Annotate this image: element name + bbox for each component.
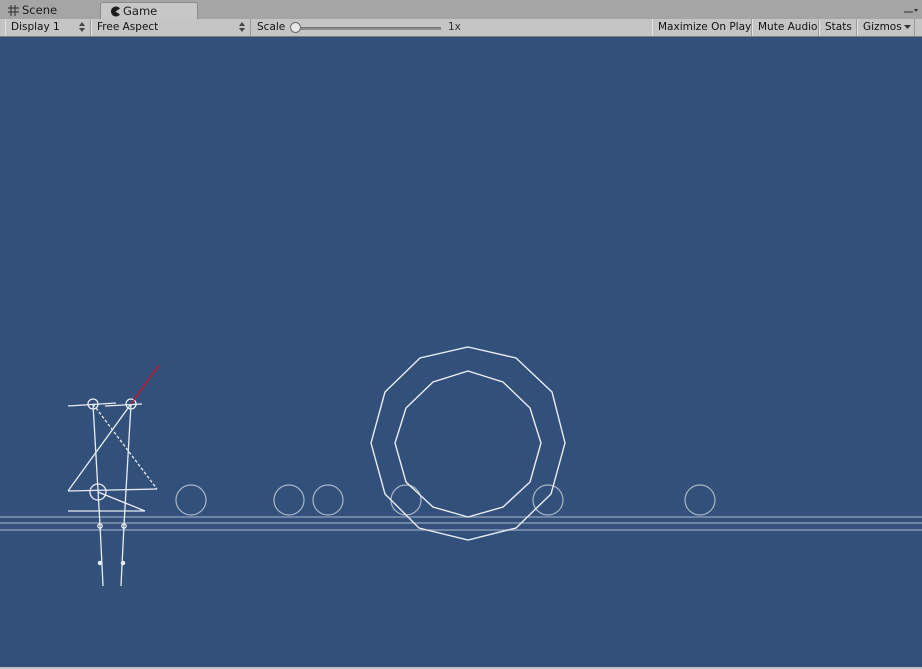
updown-arrows-icon xyxy=(239,22,245,32)
red-direction-line xyxy=(130,364,160,405)
scale-slider-track[interactable] xyxy=(294,27,441,30)
ragdoll-diagonal-right xyxy=(92,403,158,490)
ragdoll-leg-right-lower xyxy=(120,524,125,587)
game-toolbar: Display 1 Free Aspect Scale 1x Maximize … xyxy=(0,19,922,37)
mute-audio-toggle[interactable]: Mute Audio xyxy=(752,19,819,36)
wheel-circle xyxy=(175,484,207,516)
tab-scene[interactable]: Scene xyxy=(0,2,96,19)
ragdoll-leg-left-lower xyxy=(99,524,104,587)
wheel-circle xyxy=(312,484,344,516)
mute-audio-label: Mute Audio xyxy=(758,21,818,33)
game-scene-gizmos xyxy=(0,346,922,587)
wheel-circle xyxy=(532,484,564,516)
ring-inner-polygon xyxy=(394,370,542,518)
wheel-circle xyxy=(390,484,422,516)
scale-value: 1x xyxy=(448,21,461,33)
grid-icon xyxy=(8,5,19,16)
aspect-dropdown[interactable]: Free Aspect xyxy=(91,19,251,36)
ring-outer-polygon xyxy=(370,346,566,541)
scale-control: Scale 1x xyxy=(252,19,652,36)
tab-strip: Scene Game xyxy=(0,0,922,20)
tab-game[interactable]: Game xyxy=(100,2,198,19)
pacman-icon xyxy=(111,6,120,17)
wheel-circle xyxy=(684,484,716,516)
ragdoll-leg-left-upper xyxy=(92,403,101,526)
panel-menu-icon[interactable] xyxy=(904,6,918,14)
maximize-on-play-toggle[interactable]: Maximize On Play xyxy=(652,19,752,36)
scale-slider-thumb[interactable] xyxy=(290,22,301,33)
gizmos-dropdown[interactable]: Gizmos xyxy=(857,19,915,36)
unity-editor-window: Scene Game Display 1 Free Aspect Scale 1… xyxy=(0,0,922,669)
tab-game-label: Game xyxy=(123,4,158,18)
ragdoll-crossbar xyxy=(67,488,158,492)
scale-label: Scale xyxy=(257,21,286,33)
ragdoll-diagonal-left xyxy=(67,403,132,492)
ragdoll-ankle-right xyxy=(120,560,126,566)
stats-toggle[interactable]: Stats xyxy=(819,19,857,36)
ragdoll-figure xyxy=(67,398,158,587)
wheel-circle xyxy=(273,484,305,516)
display-dropdown[interactable]: Display 1 xyxy=(5,19,91,36)
ragdoll-hip-line xyxy=(97,491,146,512)
display-dropdown-label: Display 1 xyxy=(11,21,60,33)
gizmos-label: Gizmos xyxy=(863,21,902,33)
stats-label: Stats xyxy=(825,21,852,33)
updown-arrows-icon xyxy=(79,22,85,32)
dropdown-arrow-icon[interactable] xyxy=(904,25,911,30)
ragdoll-ankle-left xyxy=(97,560,103,566)
tab-scene-label: Scene xyxy=(22,3,58,17)
game-view[interactable] xyxy=(0,37,922,667)
ragdoll-leg-right-upper xyxy=(123,403,132,526)
aspect-dropdown-label: Free Aspect xyxy=(97,21,159,33)
maximize-on-play-label: Maximize On Play xyxy=(658,21,752,33)
